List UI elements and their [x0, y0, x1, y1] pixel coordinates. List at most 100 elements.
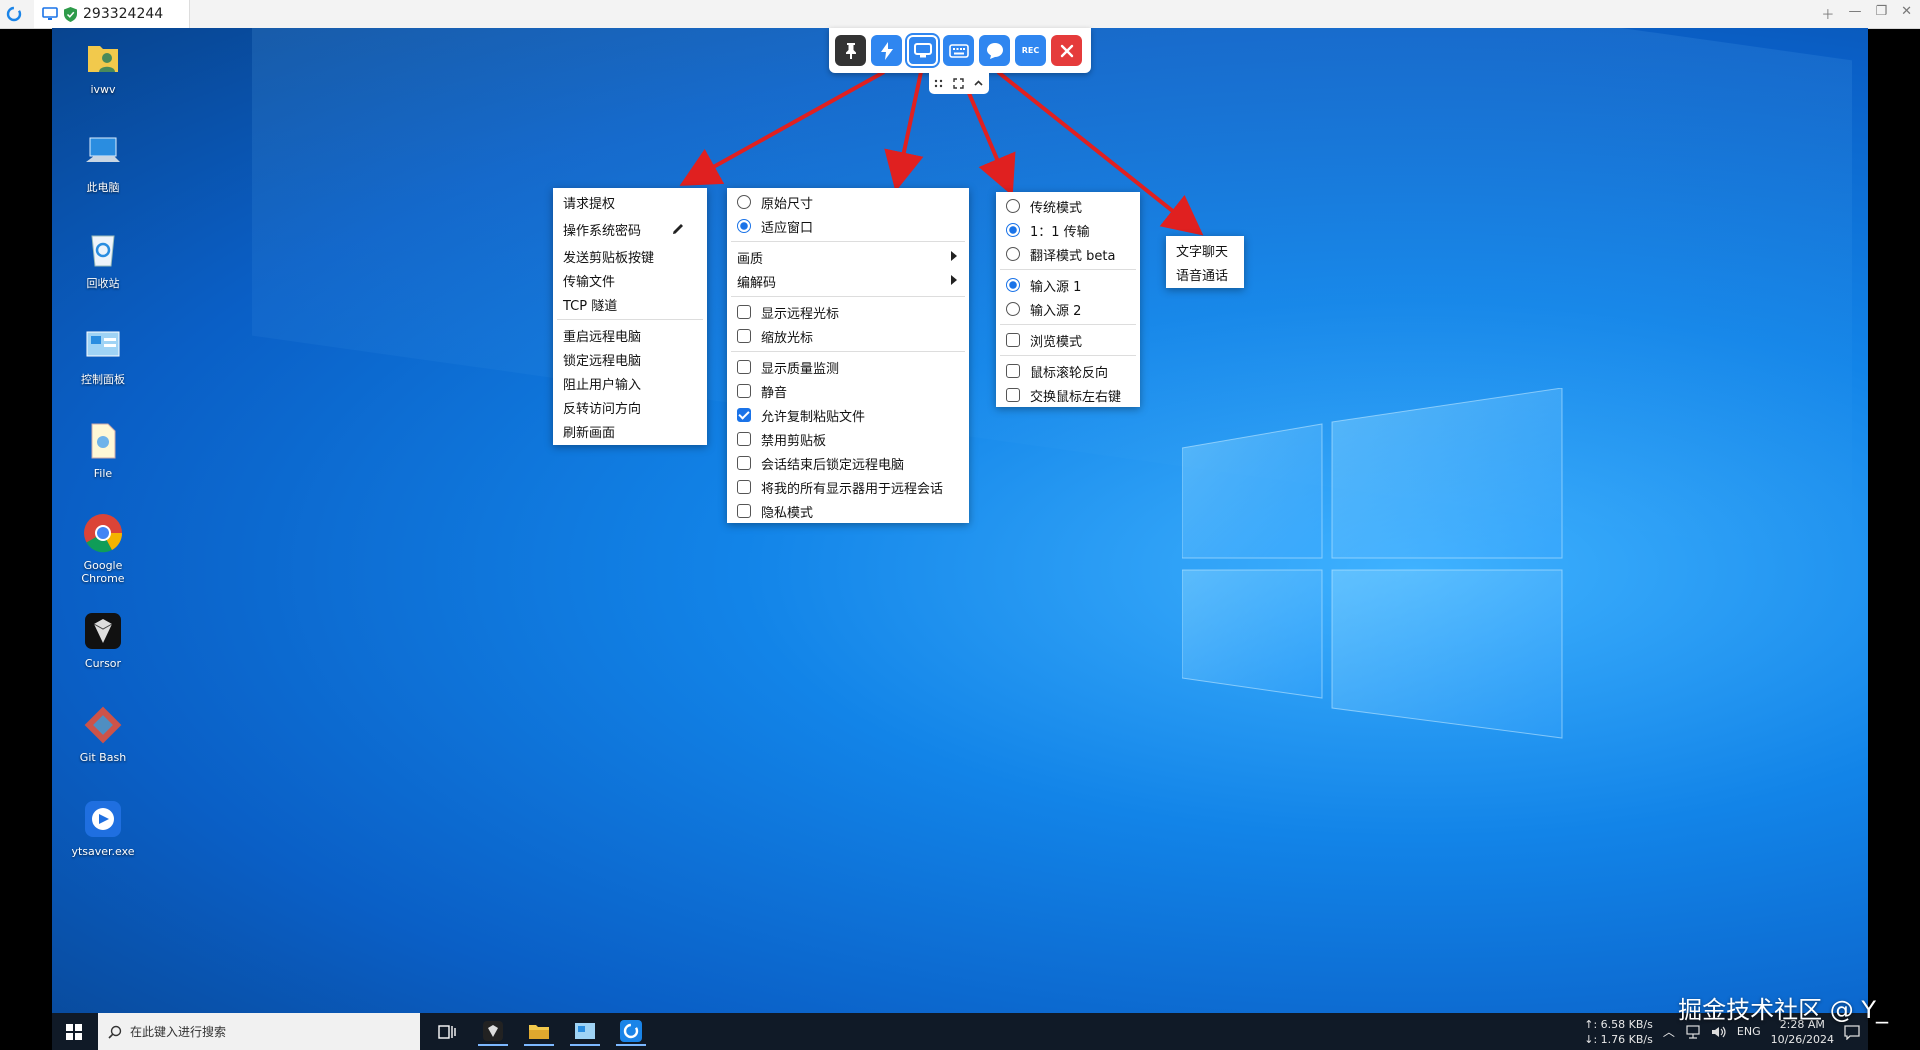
checkbox-reverse-scroll[interactable]: 鼠标滚轮反向 — [996, 359, 1140, 383]
radio-input-source-2[interactable]: 输入源 2 — [996, 297, 1140, 321]
radio-original-size[interactable]: 原始尺寸 — [727, 190, 969, 214]
menu-item-label: 隐私模式 — [761, 505, 814, 521]
menu-item-os-password[interactable]: 操作系统密码 — [553, 214, 707, 244]
chat-button[interactable] — [979, 35, 1010, 66]
menu-item-label: 刷新画面 — [563, 425, 616, 441]
chat-icon — [986, 42, 1003, 59]
menu-item-refresh[interactable]: 刷新画面 — [553, 419, 707, 443]
keyboard-settings-button[interactable] — [943, 35, 974, 66]
start-button[interactable] — [52, 1013, 96, 1050]
chevron-up-icon[interactable] — [973, 78, 984, 89]
checkbox-browse-mode[interactable]: 浏览模式 — [996, 328, 1140, 352]
menu-item-label: 允许复制粘贴文件 — [761, 409, 866, 425]
menu-item-text-chat[interactable]: 文字聊天 — [1166, 238, 1244, 262]
menu-item-label: 交换鼠标左右键 — [1030, 389, 1122, 405]
menu-item-label: 翻译模式 beta — [1030, 248, 1116, 264]
taskbar-app-cursor[interactable] — [478, 1017, 508, 1046]
download-speed: ↓: 1.76 KB/s — [1584, 1032, 1653, 1046]
menu-item-tcp-tunnel[interactable]: TCP 隧道 — [553, 292, 707, 316]
radio-legacy-mode[interactable]: 传统模式 — [996, 194, 1140, 218]
drag-handle-icon[interactable] — [934, 79, 944, 89]
menu-separator — [1000, 324, 1136, 325]
menu-item-label: 传输文件 — [563, 274, 616, 290]
radio-input-source-1[interactable]: 输入源 1 — [996, 273, 1140, 297]
checkbox-quality-monitor[interactable]: 显示质量监测 — [727, 355, 969, 379]
taskbar-app-rustdesk[interactable] — [616, 1017, 646, 1046]
lightning-icon — [880, 41, 893, 60]
checkbox-checked-icon — [737, 408, 751, 422]
pencil-icon[interactable] — [671, 222, 685, 236]
taskbar-app-explorer[interactable] — [524, 1017, 554, 1046]
radio-icon — [737, 195, 751, 209]
checkbox-icon — [1006, 388, 1020, 402]
menu-item-label: 画质 — [737, 251, 764, 267]
checkbox-icon — [1006, 364, 1020, 378]
checkbox-icon — [737, 384, 751, 398]
menu-item-block-input[interactable]: 阻止用户输入 — [553, 371, 707, 395]
checkbox-use-all-displays[interactable]: 将我的所有显示器用于远程会话 — [727, 475, 969, 499]
submenu-codec[interactable]: 编解码 — [727, 269, 969, 293]
search-placeholder: 在此键入进行搜索 — [130, 1025, 227, 1039]
radio-map-mode[interactable]: 1：1 传输 — [996, 218, 1140, 242]
menu-item-lock-remote[interactable]: 锁定远程电脑 — [553, 347, 707, 371]
disconnect-button[interactable] — [1051, 35, 1082, 66]
pin-toolbar-button[interactable] — [835, 35, 866, 66]
fullscreen-icon[interactable] — [953, 78, 964, 89]
menu-separator — [731, 241, 965, 242]
menu-item-label: 输入源 1 — [1030, 279, 1082, 295]
checkbox-privacy-mode[interactable]: 隐私模式 — [727, 499, 969, 523]
checkbox-mute[interactable]: 静音 — [727, 379, 969, 403]
task-view-button[interactable] — [432, 1017, 462, 1046]
menu-separator — [1000, 269, 1136, 270]
display-menu: 原始尺寸 适应窗口 画质 编解码 显示远程光标 缩放光标 显示质量监测 静音 允… — [727, 188, 969, 523]
display-settings-button[interactable] — [907, 35, 938, 66]
chevron-up-icon[interactable]: ︿ — [1663, 1023, 1675, 1040]
checkbox-swap-mouse-buttons[interactable]: 交换鼠标左右键 — [996, 383, 1140, 407]
menu-item-label: 操作系统密码 — [563, 223, 642, 239]
checkbox-icon — [737, 480, 751, 494]
menu-item-label: 发送剪贴板按键 — [563, 250, 655, 266]
menu-item-label: 将我的所有显示器用于远程会话 — [761, 481, 944, 497]
network-speed: ↑: 6.58 KB/s ↓: 1.76 KB/s — [1584, 1017, 1653, 1047]
checkbox-icon — [1006, 333, 1020, 347]
radio-fit-window[interactable]: 适应窗口 — [727, 214, 969, 238]
cursor-app-icon — [483, 1020, 503, 1041]
radio-selected-icon — [1006, 278, 1020, 292]
checkbox-icon — [737, 432, 751, 446]
checkbox-disable-clipboard[interactable]: 禁用剪贴板 — [727, 427, 969, 451]
radio-selected-icon — [1006, 223, 1020, 237]
checkbox-show-remote-cursor[interactable]: 显示远程光标 — [727, 300, 969, 324]
radio-selected-icon — [737, 219, 751, 233]
control-panel-icon — [575, 1022, 595, 1039]
chevron-right-icon — [951, 251, 957, 261]
checkbox-scale-cursor[interactable]: 缩放光标 — [727, 324, 969, 348]
menu-item-label: 鼠标滚轮反向 — [1030, 365, 1109, 381]
volume-icon[interactable] — [1711, 1025, 1727, 1039]
language-indicator[interactable]: ENG — [1737, 1025, 1761, 1038]
submenu-image-quality[interactable]: 画质 — [727, 245, 969, 269]
checkbox-icon — [737, 329, 751, 343]
checkbox-lock-after-session[interactable]: 会话结束后锁定远程电脑 — [727, 451, 969, 475]
watermark: 掘金技术社区 @ Y_ — [1678, 996, 1888, 1024]
chevron-right-icon — [951, 275, 957, 285]
taskbar-search[interactable]: 在此键入进行搜索 — [98, 1013, 420, 1050]
menu-item-reverse-direction[interactable]: 反转访问方向 — [553, 395, 707, 419]
checkbox-allow-file-copy[interactable]: 允许复制粘贴文件 — [727, 403, 969, 427]
menu-item-label: 适应窗口 — [761, 220, 814, 236]
menu-item-send-clipboard-keys[interactable]: 发送剪贴板按键 — [553, 244, 707, 268]
menu-item-transfer-file[interactable]: 传输文件 — [553, 268, 707, 292]
radio-icon — [1006, 199, 1020, 213]
menu-item-restart-remote[interactable]: 重启远程电脑 — [553, 323, 707, 347]
actions-button[interactable] — [871, 35, 902, 66]
record-button[interactable]: REC — [1015, 35, 1046, 66]
menu-item-label: 传统模式 — [1030, 200, 1083, 216]
radio-translate-mode[interactable]: 翻译模式 beta — [996, 242, 1140, 266]
taskbar-app-control-panel[interactable] — [570, 1017, 600, 1046]
menu-item-label: 显示远程光标 — [761, 306, 840, 322]
menu-item-label: 禁用剪贴板 — [761, 433, 827, 449]
menu-item-request-elevation[interactable]: 请求提权 — [553, 190, 707, 214]
notification-icon[interactable] — [1844, 1024, 1860, 1040]
checkbox-icon — [737, 456, 751, 470]
menu-item-voice-call[interactable]: 语音通话 — [1166, 262, 1244, 286]
network-icon[interactable] — [1685, 1024, 1701, 1039]
